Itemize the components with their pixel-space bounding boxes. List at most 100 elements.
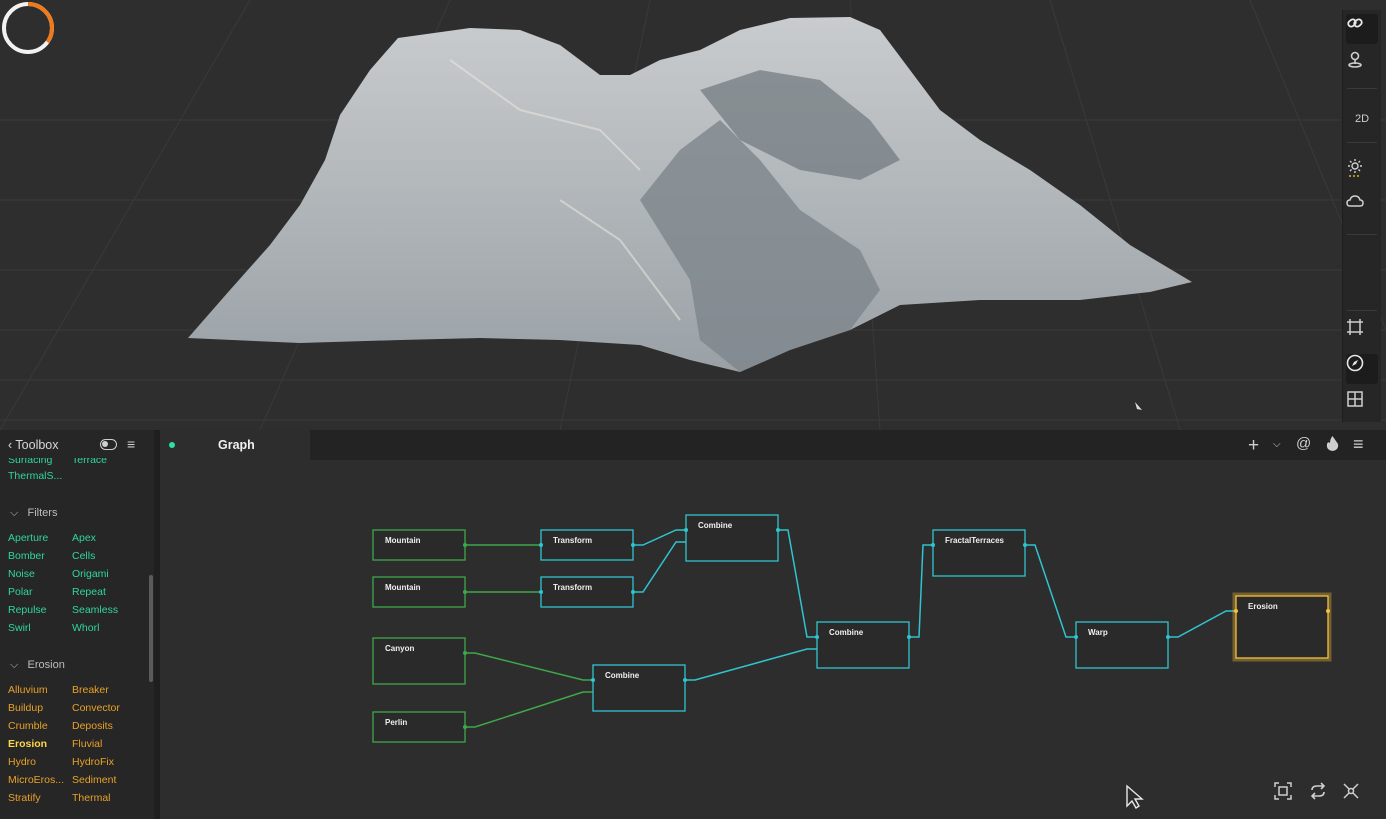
- input-port[interactable]: [591, 678, 595, 682]
- erosion-section-title: Erosion: [27, 659, 65, 671]
- graph-node-warp[interactable]: Warp: [1074, 621, 1170, 669]
- cloud-icon[interactable]: [1346, 194, 1378, 224]
- graph-node-transform1[interactable]: Transform: [539, 529, 635, 561]
- node-box: [372, 576, 466, 608]
- input-port[interactable]: [539, 590, 543, 594]
- toolbox-tool[interactable]: Alluvium: [8, 684, 48, 696]
- frame-icon[interactable]: [1346, 318, 1378, 348]
- toolbox-menu-icon[interactable]: ≡: [127, 436, 135, 452]
- output-port[interactable]: [1166, 635, 1170, 639]
- toolbox-tool[interactable]: Sediment: [72, 774, 116, 786]
- graph-wire: [633, 541, 686, 593]
- node-label: Perlin: [385, 718, 407, 727]
- toolbox-tool[interactable]: Origami: [72, 568, 109, 580]
- toolbox-panel: ‹ Toolbox ≡ Surfacing Terrace ThermalS..…: [0, 430, 154, 819]
- toolbox-scrollbar[interactable]: [149, 575, 153, 682]
- toolbox-tool[interactable]: ThermalS...: [8, 470, 62, 482]
- output-port[interactable]: [463, 725, 467, 729]
- toolbox-tool[interactable]: Thermal: [72, 792, 111, 804]
- toolbox-tool-selected[interactable]: Erosion: [8, 738, 47, 750]
- view-2d-toggle[interactable]: 2D: [1346, 104, 1378, 134]
- graph-wire: [1025, 544, 1076, 638]
- input-port[interactable]: [1074, 635, 1078, 639]
- graph-node-perlin[interactable]: Perlin: [372, 711, 467, 743]
- input-port[interactable]: [931, 543, 935, 547]
- output-port[interactable]: [463, 651, 467, 655]
- toggle-icon[interactable]: [100, 439, 117, 450]
- input-port[interactable]: [1234, 609, 1238, 613]
- toolbox-tool[interactable]: Breaker: [72, 684, 109, 696]
- viewport-side-toolbar: 2D: [1342, 10, 1381, 422]
- toolbox-tool[interactable]: Apex: [72, 532, 96, 544]
- toolbox-tool[interactable]: Noise: [8, 568, 35, 580]
- toolbox-tool[interactable]: Bomber: [8, 550, 45, 562]
- toolbox-tool[interactable]: Seamless: [72, 604, 118, 616]
- toolbox-tool[interactable]: Aperture: [8, 532, 48, 544]
- 3d-viewport[interactable]: 2D: [0, 0, 1386, 430]
- toolbox-tool[interactable]: Hydro: [8, 756, 36, 768]
- node-label: Mountain: [385, 583, 421, 592]
- toolbox-tool[interactable]: MicroEros...: [8, 774, 64, 786]
- pin-icon[interactable]: [1346, 50, 1378, 80]
- output-port[interactable]: [1326, 609, 1330, 613]
- sun-icon[interactable]: [1346, 158, 1378, 188]
- output-port[interactable]: [683, 678, 687, 682]
- node-label: Transform: [553, 583, 592, 592]
- graph-node-combine1[interactable]: Combine: [684, 514, 780, 562]
- toolbox-tool[interactable]: Crumble: [8, 720, 48, 732]
- toolbox-tool[interactable]: Convector: [72, 702, 120, 714]
- node-label: Combine: [829, 628, 864, 637]
- filters-section-header[interactable]: ⌵ Filters: [10, 507, 57, 520]
- erosion-section-header[interactable]: ⌵ Erosion: [10, 659, 65, 672]
- graph-panel[interactable]: Graph + ⌵ @ ≡ Mountain Mountain Transform T…: [160, 430, 1386, 819]
- output-port[interactable]: [907, 635, 911, 639]
- graph-node-erosion[interactable]: Erosion: [1232, 592, 1332, 662]
- graph-node-canyon[interactable]: Canyon: [372, 637, 467, 685]
- graph-node-mountain2[interactable]: Mountain: [372, 576, 467, 608]
- output-port[interactable]: [463, 590, 467, 594]
- node-label: Warp: [1088, 628, 1108, 637]
- toolbox-tool[interactable]: Deposits: [72, 720, 113, 732]
- toolbox-tool[interactable]: Repeat: [72, 586, 106, 598]
- link-icon[interactable]: [1346, 14, 1378, 44]
- graph-wire: [465, 652, 593, 681]
- input-port[interactable]: [815, 635, 819, 639]
- toolbox-title: Toolbox: [15, 438, 59, 452]
- node-label: Erosion: [1248, 602, 1278, 611]
- toolbox-tool[interactable]: Fluvial: [72, 738, 102, 750]
- output-port[interactable]: [631, 543, 635, 547]
- terrain-canvas[interactable]: [0, 0, 1386, 430]
- grid-icon[interactable]: [1346, 390, 1378, 420]
- toolbox-tool[interactable]: Repulse: [8, 604, 47, 616]
- graph-node-transform2[interactable]: Transform: [539, 576, 635, 608]
- graph-node-fractal[interactable]: FractalTerraces: [931, 529, 1027, 577]
- compass-icon[interactable]: [1346, 354, 1378, 384]
- input-port[interactable]: [539, 543, 543, 547]
- node-box: [540, 529, 634, 561]
- output-port[interactable]: [631, 590, 635, 594]
- graph-node-combine3[interactable]: Combine: [815, 621, 911, 669]
- toolbox-tool[interactable]: Buildup: [8, 702, 43, 714]
- graph-node-mountain1[interactable]: Mountain: [372, 529, 467, 561]
- toolbox-tool[interactable]: Swirl: [8, 622, 31, 634]
- toolbox-tool[interactable]: HydroFix: [72, 756, 114, 768]
- input-port[interactable]: [684, 528, 688, 532]
- toolbox-tool[interactable]: Stratify: [8, 792, 41, 804]
- output-port[interactable]: [776, 528, 780, 532]
- node-box: [372, 529, 466, 561]
- cursor-glyph: [1135, 402, 1142, 410]
- graph-wire: [778, 529, 817, 638]
- node-label: Canyon: [385, 644, 414, 653]
- toolbox-tool[interactable]: Polar: [8, 586, 33, 598]
- graph-wire: [909, 544, 933, 638]
- graph-node-combine2[interactable]: Combine: [591, 664, 687, 712]
- node-label: Transform: [553, 536, 592, 545]
- output-port[interactable]: [1023, 543, 1027, 547]
- toolbox-header: ‹ Toolbox ≡: [0, 430, 154, 460]
- output-port[interactable]: [463, 543, 467, 547]
- toolbox-collapse-button[interactable]: ‹ Toolbox: [8, 438, 59, 452]
- node-graph-canvas[interactable]: Mountain Mountain Transform Transform Combin…: [160, 430, 1386, 819]
- chevron-down-icon: ⌵: [10, 659, 19, 671]
- toolbox-tool[interactable]: Whorl: [72, 622, 99, 634]
- toolbox-tool[interactable]: Cells: [72, 550, 95, 562]
